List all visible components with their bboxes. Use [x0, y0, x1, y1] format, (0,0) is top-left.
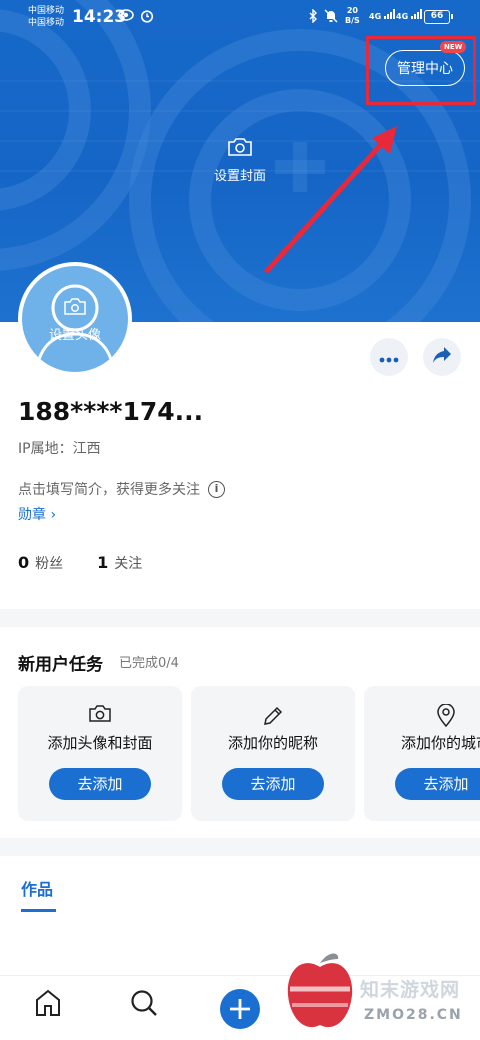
followers-count: 0 — [18, 553, 30, 572]
search-icon[interactable] — [129, 988, 159, 1022]
tab-works[interactable]: 作品 — [21, 876, 53, 900]
share-button[interactable] — [423, 338, 461, 376]
set-avatar-label: 设置头像 — [48, 328, 101, 343]
task-add-button[interactable]: 去添加 — [395, 768, 480, 800]
badge-link[interactable]: 勋章 › — [18, 504, 56, 524]
section-divider — [0, 838, 480, 856]
share-arrow-icon — [432, 346, 452, 368]
task-card: 添加你的昵称 去添加 — [191, 686, 355, 821]
tasks-progress: 已完成0/4 — [119, 656, 179, 671]
info-icon[interactable]: i — [208, 480, 225, 498]
new-badge: NEW — [440, 41, 467, 53]
task-label: 添加你的昵称 — [227, 734, 318, 752]
home-icon[interactable] — [34, 988, 62, 1022]
following-label: 关注 — [114, 556, 143, 572]
followers-label: 粉丝 — [35, 556, 64, 572]
tab-works-indicator — [21, 909, 56, 912]
location-pin-icon — [364, 704, 480, 728]
following-count: 1 — [97, 553, 109, 572]
task-add-button[interactable]: 去添加 — [222, 768, 324, 800]
bio-prompt-text: 点击填写简介，获得更多关注 — [18, 482, 200, 498]
follow-stats: 0 粉丝 1 关注 — [18, 553, 142, 573]
add-icon — [228, 990, 252, 1030]
section-divider — [0, 609, 480, 627]
bio-prompt[interactable]: 点击填写简介，获得更多关注 i — [18, 479, 225, 499]
watermark: 知末游戏网 ZMO28.CN — [280, 945, 480, 1040]
task-card: 添加你的城市 去添加 — [364, 686, 480, 821]
manage-center-button[interactable]: 管理中心 — [385, 50, 465, 86]
avatar[interactable]: 设置头像 — [18, 262, 132, 376]
pencil-icon — [191, 704, 355, 728]
camera-icon — [18, 704, 182, 723]
default-avatar-icon — [34, 284, 116, 372]
more-button[interactable] — [370, 338, 408, 376]
add-button[interactable] — [220, 989, 260, 1029]
ip-location: IP属地：江西 — [18, 441, 101, 457]
followers-stat[interactable]: 0 粉丝 — [18, 553, 63, 573]
task-label: 添加头像和封面 — [47, 734, 153, 752]
more-dots-icon — [379, 348, 399, 367]
task-add-button[interactable]: 去添加 — [49, 768, 151, 800]
username: 188****174... — [18, 397, 204, 426]
watermark-text: 知末游戏网 — [360, 979, 461, 1001]
following-stat[interactable]: 1 关注 — [97, 553, 142, 573]
watermark-subtext: ZMO28.CN — [364, 1007, 463, 1023]
tasks-title: 新用户任务 — [18, 655, 103, 675]
watermark-logo-icon — [287, 953, 353, 1028]
task-card: 添加头像和封面 去添加 — [18, 686, 182, 821]
task-label: 添加你的城市 — [400, 734, 480, 752]
